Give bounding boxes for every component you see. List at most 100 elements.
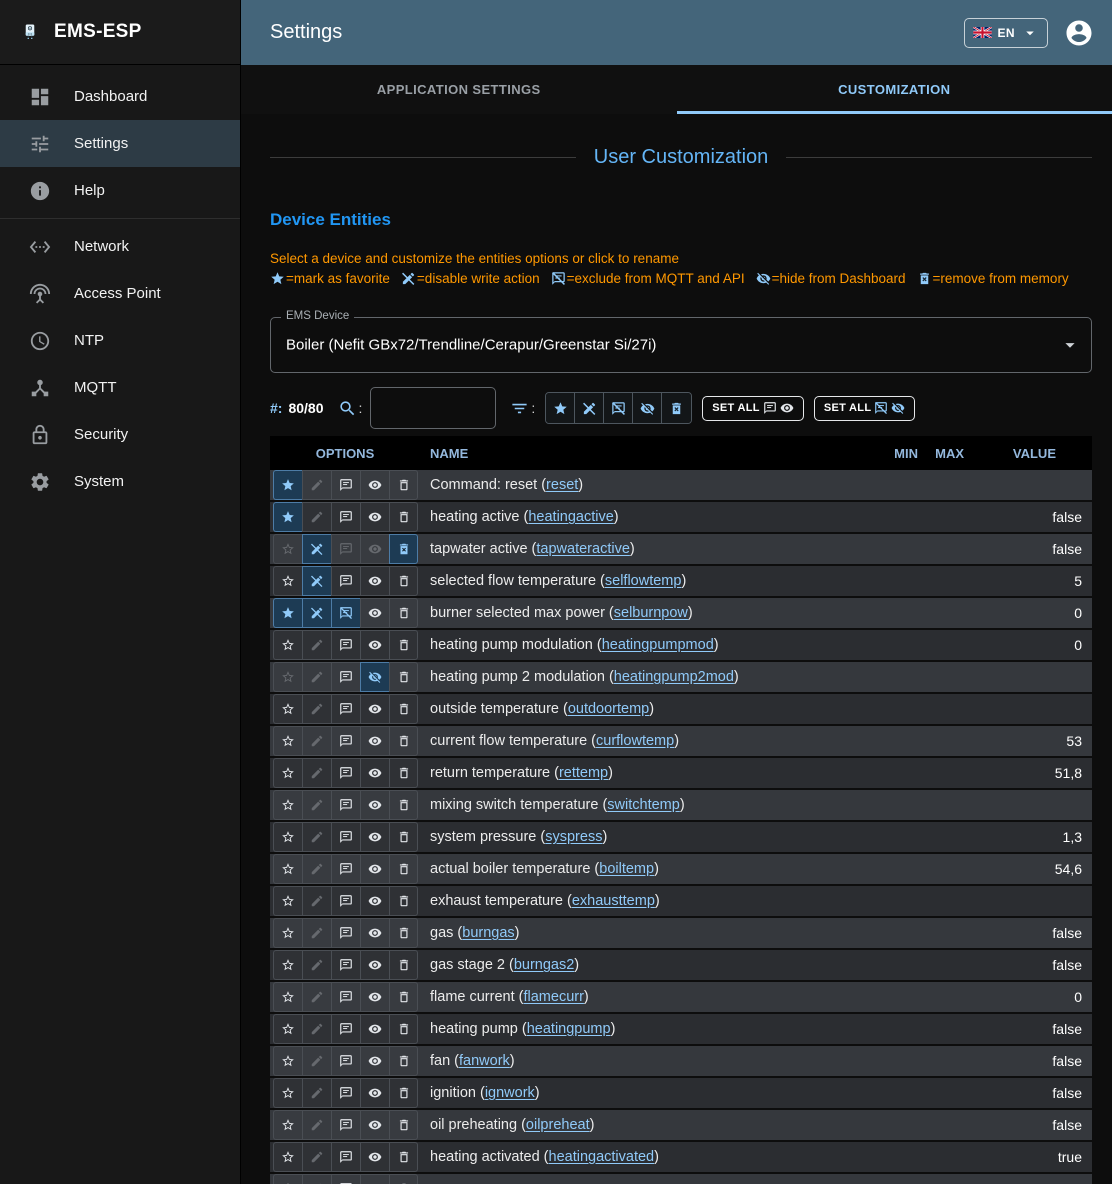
search-input[interactable] (370, 387, 496, 429)
mqtt-exclude-toggle[interactable] (331, 1110, 360, 1140)
table-row[interactable] (270, 1174, 1092, 1184)
table-row[interactable]: actual boiler temperature (boiltemp)54,6 (270, 854, 1092, 884)
entity-shortname-link[interactable]: oilpreheat (526, 1117, 590, 1133)
visibility-toggle[interactable] (360, 790, 389, 820)
table-row[interactable]: heating pump modulation (heatingpumpmod)… (270, 630, 1092, 660)
remove-toggle[interactable] (389, 1078, 418, 1108)
mqtt-exclude-toggle[interactable] (331, 630, 360, 660)
favorite-toggle[interactable] (273, 918, 302, 948)
sidebar-item-ntp[interactable]: NTP (0, 317, 240, 364)
write-toggle[interactable] (302, 502, 331, 532)
favorite-toggle[interactable] (273, 1078, 302, 1108)
entity-shortname-link[interactable]: heatingactive (528, 509, 613, 525)
write-toggle[interactable] (302, 694, 331, 724)
visibility-toggle[interactable] (360, 662, 389, 692)
visibility-toggle[interactable] (360, 694, 389, 724)
entity-shortname-link[interactable]: burngas2 (514, 957, 574, 973)
visibility-toggle[interactable] (360, 1014, 389, 1044)
favorite-toggle[interactable] (273, 598, 302, 628)
favorite-toggle[interactable] (273, 662, 302, 692)
account-icon[interactable] (1064, 18, 1094, 48)
entity-shortname-link[interactable]: flamecurr (523, 989, 583, 1005)
set-all-hidden-button[interactable]: SET ALL (814, 396, 916, 421)
favorite-toggle[interactable] (273, 1142, 302, 1172)
table-row[interactable]: current flow temperature (curflowtemp)53 (270, 726, 1092, 756)
favorite-toggle[interactable] (273, 1014, 302, 1044)
visibility-toggle[interactable] (360, 758, 389, 788)
visibility-toggle[interactable] (360, 886, 389, 916)
mqtt-exclude-toggle[interactable] (331, 790, 360, 820)
set-all-visible-button[interactable]: SET ALL (702, 396, 804, 421)
entity-shortname-link[interactable]: tapwateractive (536, 541, 630, 557)
write-toggle[interactable] (302, 1078, 331, 1108)
remove-toggle[interactable] (389, 1110, 418, 1140)
sidebar-item-settings[interactable]: Settings (0, 120, 240, 167)
table-row[interactable]: return temperature (rettemp)51,8 (270, 758, 1092, 788)
mqtt-exclude-toggle[interactable] (331, 854, 360, 884)
mqtt-exclude-toggle[interactable] (331, 918, 360, 948)
mqtt-exclude-toggle[interactable] (331, 758, 360, 788)
favorite-toggle[interactable] (273, 1110, 302, 1140)
remove-toggle[interactable] (389, 1142, 418, 1172)
write-toggle[interactable] (302, 918, 331, 948)
ems-device-select[interactable]: EMS Device Boiler (Nefit GBx72/Trendline… (270, 317, 1092, 373)
entity-shortname-link[interactable]: ignwork (485, 1085, 535, 1101)
table-row[interactable]: system pressure (syspress)1,3 (270, 822, 1092, 852)
sidebar-item-system[interactable]: System (0, 458, 240, 505)
entity-shortname-link[interactable]: outdoortemp (568, 701, 649, 717)
visibility-toggle[interactable] (360, 822, 389, 852)
favorite-toggle[interactable] (273, 854, 302, 884)
table-row[interactable]: Command: reset (reset) (270, 470, 1092, 500)
favorite-toggle[interactable] (273, 790, 302, 820)
mqtt-exclude-toggle[interactable] (331, 1078, 360, 1108)
remove-toggle[interactable] (389, 790, 418, 820)
write-toggle[interactable] (302, 1174, 331, 1184)
write-toggle[interactable] (302, 982, 331, 1012)
table-row[interactable]: selected flow temperature (selflowtemp)5 (270, 566, 1092, 596)
filter-mqtt-excluded-button[interactable] (604, 393, 633, 423)
table-row[interactable]: heating pump 2 modulation (heatingpump2m… (270, 662, 1092, 692)
visibility-toggle[interactable] (360, 950, 389, 980)
write-toggle[interactable] (302, 854, 331, 884)
table-row[interactable]: mixing switch temperature (switchtemp) (270, 790, 1092, 820)
remove-toggle[interactable] (389, 566, 418, 596)
mqtt-exclude-toggle[interactable] (331, 694, 360, 724)
table-row[interactable]: gas (burngas)false (270, 918, 1092, 948)
visibility-toggle[interactable] (360, 854, 389, 884)
visibility-toggle[interactable] (360, 1174, 389, 1184)
remove-toggle[interactable] (389, 1174, 418, 1184)
table-row[interactable]: heating active (heatingactive)false (270, 502, 1092, 532)
mqtt-exclude-toggle[interactable] (331, 598, 360, 628)
entity-shortname-link[interactable]: heatingpump (527, 1021, 611, 1037)
write-toggle[interactable] (302, 534, 331, 564)
visibility-toggle[interactable] (360, 918, 389, 948)
table-row[interactable]: heating activated (heatingactivated)true (270, 1142, 1092, 1172)
write-toggle[interactable] (302, 886, 331, 916)
entity-shortname-link[interactable]: selflowtemp (605, 573, 682, 589)
mqtt-exclude-toggle[interactable] (331, 566, 360, 596)
write-toggle[interactable] (302, 566, 331, 596)
entity-shortname-link[interactable]: exhausttemp (572, 893, 655, 909)
write-toggle[interactable] (302, 1110, 331, 1140)
write-toggle[interactable] (302, 1046, 331, 1076)
filter-write-disabled-button[interactable] (575, 393, 604, 423)
table-row[interactable]: burner selected max power (selburnpow)0 (270, 598, 1092, 628)
visibility-toggle[interactable] (360, 502, 389, 532)
filter-deleted-button[interactable] (662, 393, 691, 423)
favorite-toggle[interactable] (273, 1174, 302, 1184)
remove-toggle[interactable] (389, 694, 418, 724)
write-toggle[interactable] (302, 726, 331, 756)
write-toggle[interactable] (302, 790, 331, 820)
favorite-toggle[interactable] (273, 566, 302, 596)
visibility-toggle[interactable] (360, 1110, 389, 1140)
write-toggle[interactable] (302, 950, 331, 980)
remove-toggle[interactable] (389, 982, 418, 1012)
visibility-toggle[interactable] (360, 630, 389, 660)
favorite-toggle[interactable] (273, 502, 302, 532)
entity-shortname-link[interactable]: heatingpumpmod (602, 637, 714, 653)
mqtt-exclude-toggle[interactable] (331, 470, 360, 500)
mqtt-exclude-toggle[interactable] (331, 534, 360, 564)
write-toggle[interactable] (302, 822, 331, 852)
mqtt-exclude-toggle[interactable] (331, 726, 360, 756)
visibility-toggle[interactable] (360, 1078, 389, 1108)
